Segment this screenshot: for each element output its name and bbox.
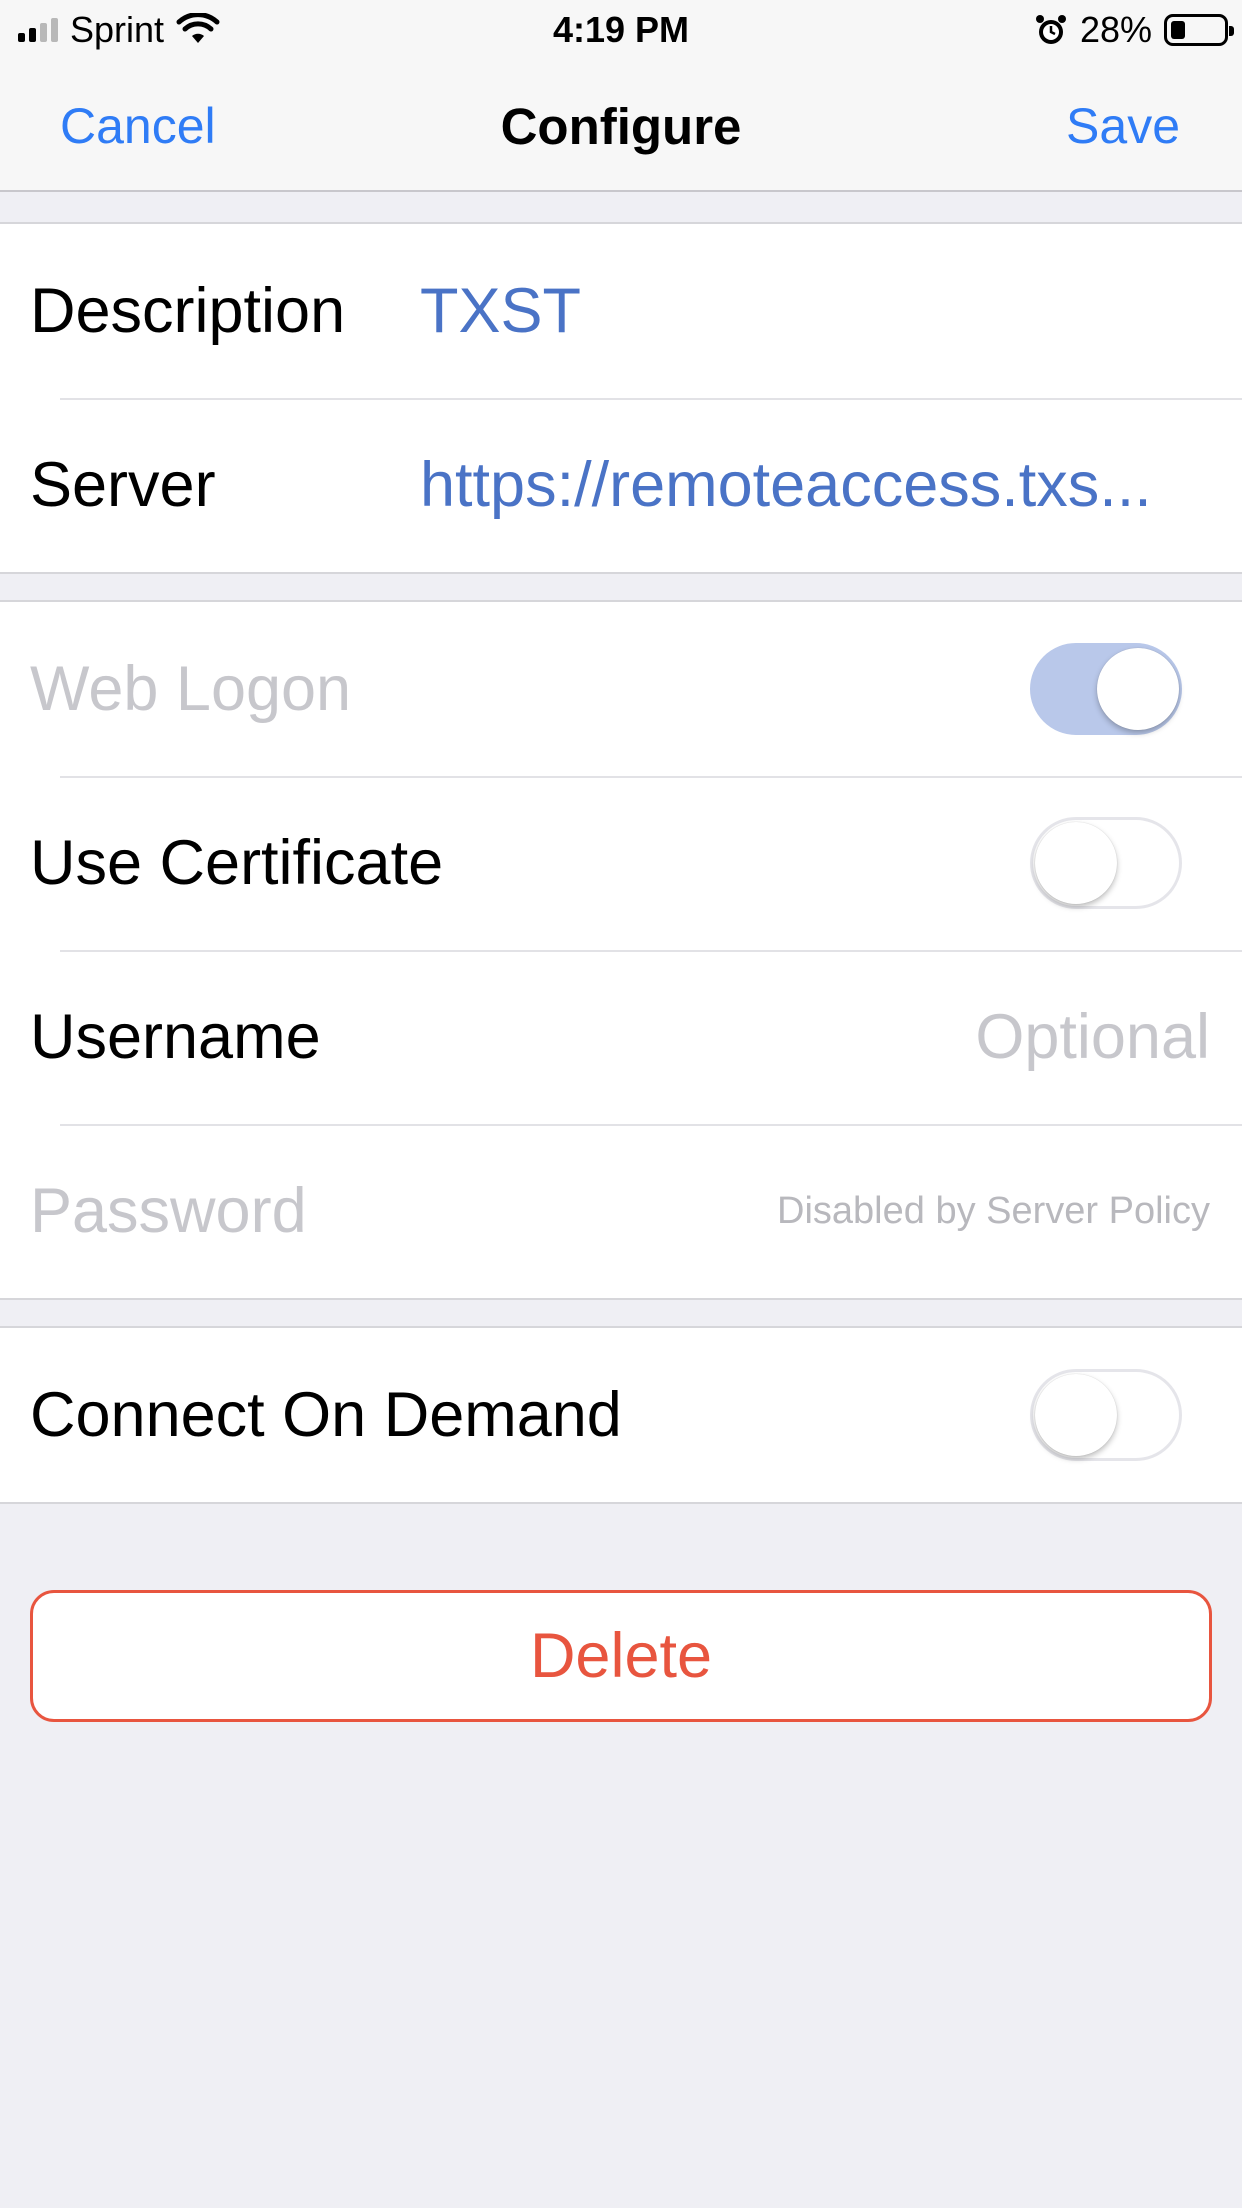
description-row[interactable]: Description TXST — [0, 224, 1242, 398]
server-field[interactable]: https://remoteaccess.txs... — [420, 449, 1208, 521]
carrier-name: Sprint — [70, 9, 165, 50]
save-button[interactable]: Save — [1066, 60, 1180, 192]
cellular-signal-icon — [18, 18, 58, 42]
username-label: Username — [30, 1002, 321, 1072]
on-demand-group: Connect On Demand — [0, 1326, 1242, 1504]
battery-icon — [1164, 14, 1234, 46]
cancel-button[interactable]: Cancel — [60, 60, 216, 192]
username-field[interactable]: Optional — [975, 1001, 1210, 1073]
connect-on-demand-toggle[interactable] — [1030, 1369, 1182, 1461]
description-label: Description — [30, 276, 346, 346]
authentication-group: Web Logon Use Certificate Username Optio… — [0, 600, 1242, 1300]
delete-button[interactable]: Delete — [30, 1590, 1212, 1722]
use-certificate-row: Use Certificate — [0, 776, 1242, 950]
use-certificate-toggle[interactable] — [1030, 817, 1182, 909]
connect-on-demand-row: Connect On Demand — [0, 1328, 1242, 1502]
password-disabled-note: Disabled by Server Policy — [777, 1189, 1210, 1232]
use-certificate-label: Use Certificate — [30, 828, 444, 898]
description-field[interactable]: TXST — [420, 275, 1208, 347]
status-right: 28% — [1034, 0, 1234, 60]
web-logon-label: Web Logon — [30, 654, 352, 724]
password-label: Password — [30, 1176, 307, 1246]
web-logon-toggle — [1030, 643, 1182, 735]
status-bar: Sprint 4:19 PM 28% — [0, 0, 1242, 60]
password-row: Password Disabled by Server Policy — [0, 1124, 1242, 1298]
connection-group: Description TXST Server https://remoteac… — [0, 222, 1242, 574]
navigation-bar: Cancel Configure Save — [0, 60, 1242, 192]
status-left: Sprint — [18, 0, 220, 60]
battery-percent: 28% — [1079, 9, 1152, 50]
server-row[interactable]: Server https://remoteaccess.txs... — [0, 398, 1242, 572]
username-row[interactable]: Username Optional — [0, 950, 1242, 1124]
alarm-icon — [1035, 15, 1066, 44]
web-logon-row: Web Logon — [0, 602, 1242, 776]
connect-on-demand-label: Connect On Demand — [30, 1380, 622, 1450]
wifi-icon — [176, 13, 220, 43]
server-label: Server — [30, 450, 216, 520]
